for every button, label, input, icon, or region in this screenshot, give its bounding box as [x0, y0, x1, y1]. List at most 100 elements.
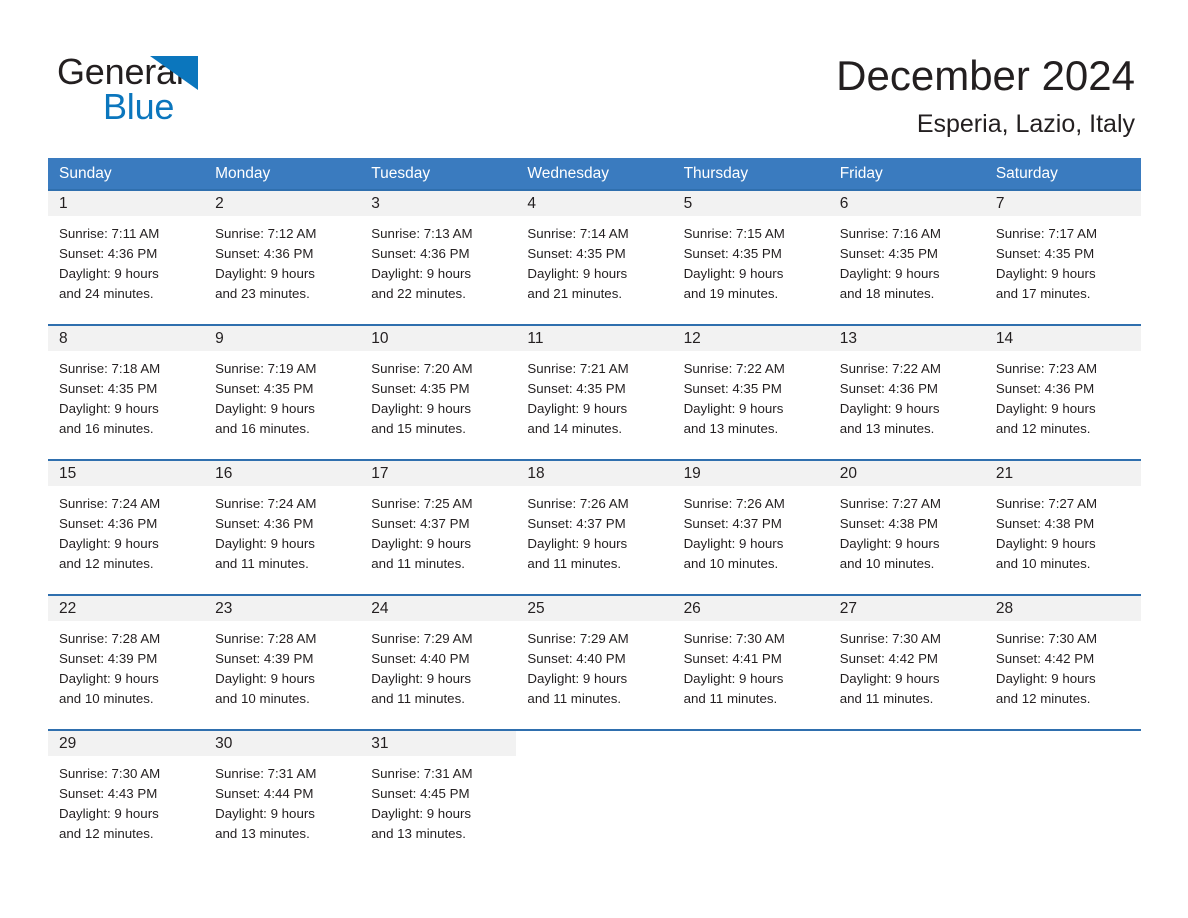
day-cell[interactable]: 4 Sunrise: 7:14 AM Sunset: 4:35 PM Daylight… [516, 191, 673, 324]
day-details: Sunrise: 7:21 AM Sunset: 4:35 PM Daylight:… [516, 351, 672, 439]
day-cell[interactable]: 19 Sunrise: 7:26 AM Sunset: 4:37 PM Dayligh… [672, 461, 829, 594]
day-number-strip: 5 [672, 191, 829, 216]
daylight-text-line1: Daylight: 9 hours [215, 671, 315, 686]
day-cell[interactable]: 16 Sunrise: 7:24 AM Sunset: 4:36 PM Dayligh… [204, 461, 361, 594]
daylight-text-line2: and 10 minutes. [215, 691, 310, 706]
day-number-strip: 7 [984, 191, 1141, 216]
daylight-text-line2: and 10 minutes. [839, 556, 935, 571]
daylight-text-line1: Daylight: 9 hours [59, 536, 159, 551]
day-cell[interactable]: 3 Sunrise: 7:13 AM Sunset: 4:36 PM Daylight… [360, 191, 517, 324]
day-cell[interactable]: 30 Sunrise: 7:31 AM Sunset: 4:44 PM Dayligh… [204, 731, 361, 849]
day-number-strip: 15 [48, 461, 205, 486]
day-number: 28 [995, 600, 1014, 617]
daylight-text-line2: and 11 minutes. [839, 691, 934, 706]
day-number: 25 [527, 600, 545, 617]
day-number: 15 [59, 465, 77, 482]
day-cell[interactable]: 21 Sunrise: 7:27 AM Sunset: 4:38 PM Dayligh… [984, 461, 1141, 594]
sunset-text: Sunset: 4:37 PM [527, 516, 626, 531]
day-cell[interactable]: 13 Sunrise: 7:22 AM Sunset: 4:36 PM Dayligh… [828, 326, 985, 459]
sunset-text: Sunset: 4:39 PM [215, 651, 314, 666]
sunset-text: Sunset: 4:36 PM [839, 381, 939, 396]
day-details: Sunrise: 7:25 AM Sunset: 4:37 PM Daylight:… [360, 486, 516, 574]
day-cell[interactable]: 2 Sunrise: 7:12 AM Sunset: 4:36 PM Daylight… [204, 191, 361, 324]
day-cell[interactable]: 15 Sunrise: 7:24 AM Sunset: 4:36 PM Dayligh… [48, 461, 205, 594]
sunrise-text: Sunrise: 7:23 AM [995, 361, 1098, 376]
daylight-text-line2: and 16 minutes. [59, 421, 154, 436]
day-cell[interactable]: 18 Sunrise: 7:26 AM Sunset: 4:37 PM Dayligh… [516, 461, 673, 594]
day-cell[interactable]: 9 Sunrise: 7:19 AM Sunset: 4:35 PM Daylight… [204, 326, 361, 459]
day-number: 12 [683, 330, 701, 347]
day-number-strip: 28 [984, 596, 1141, 621]
day-cell[interactable]: 22 Sunrise: 7:28 AM Sunset: 4:39 PM Dayligh… [48, 596, 205, 729]
sunset-text: Sunset: 4:35 PM [527, 246, 626, 261]
day-cell[interactable]: 12 Sunrise: 7:22 AM Sunset: 4:35 PM Dayligh… [672, 326, 829, 459]
sunset-text: Sunset: 4:36 PM [995, 381, 1095, 396]
sunset-text: Sunset: 4:37 PM [371, 516, 470, 531]
daylight-text-line1: Daylight: 9 hours [371, 536, 472, 551]
day-number-strip: 19 [672, 461, 829, 486]
daylight-text-line2: and 21 minutes. [527, 286, 623, 301]
day-cell[interactable]: 5 Sunrise: 7:15 AM Sunset: 4:35 PM Daylight… [672, 191, 829, 324]
daylight-text-line2: and 10 minutes. [683, 556, 779, 571]
sunset-text: Sunset: 4:40 PM [371, 651, 470, 666]
day-cell[interactable]: 29 Sunrise: 7:30 AM Sunset: 4:43 PM Dayligh… [48, 731, 205, 849]
day-number-strip [516, 731, 673, 756]
day-cell[interactable]: 1 Sunrise: 7:11 AM Sunset: 4:36 PM Daylight… [48, 191, 205, 324]
day-cell[interactable]: 28 Sunrise: 7:30 AM Sunset: 4:42 PM Dayligh… [984, 596, 1141, 729]
day-details: Sunrise: 7:30 AM Sunset: 4:41 PM Daylight:… [673, 621, 829, 709]
weekday-header-friday: Friday [839, 165, 883, 182]
daylight-text-line1: Daylight: 9 hours [59, 671, 159, 686]
day-number: 31 [371, 735, 389, 752]
day-cell[interactable]: 10 Sunrise: 7:20 AM Sunset: 4:35 PM Dayligh… [360, 326, 517, 459]
day-cell[interactable]: 26 Sunrise: 7:30 AM Sunset: 4:41 PM Dayligh… [672, 596, 829, 729]
day-number-strip: 17 [360, 461, 517, 486]
general-blue-logo[interactable]: General Blue [57, 52, 297, 130]
sunrise-text: Sunrise: 7:12 AM [215, 226, 317, 241]
sunset-text: Sunset: 4:36 PM [215, 246, 314, 261]
daylight-text-line1: Daylight: 9 hours [527, 536, 628, 551]
day-cell[interactable]: 11 Sunrise: 7:21 AM Sunset: 4:35 PM Dayligh… [516, 326, 673, 459]
sunset-text: Sunset: 4:35 PM [995, 246, 1095, 261]
sunrise-text: Sunrise: 7:17 AM [995, 226, 1098, 241]
daylight-text-line2: and 23 minutes. [215, 286, 310, 301]
day-cell[interactable]: 20 Sunrise: 7:27 AM Sunset: 4:38 PM Dayligh… [828, 461, 985, 594]
sunset-text: Sunset: 4:39 PM [59, 651, 158, 666]
day-cell[interactable]: 23 Sunrise: 7:28 AM Sunset: 4:39 PM Dayligh… [204, 596, 361, 729]
week-row: 15 Sunrise: 7:24 AM Sunset: 4:36 PM Dayligh… [48, 459, 1141, 594]
day-cell[interactable]: 6 Sunrise: 7:16 AM Sunset: 4:35 PM Daylight… [828, 191, 985, 324]
weekday-header-sunday: Sunday [59, 165, 112, 182]
day-cell[interactable]: 27 Sunrise: 7:30 AM Sunset: 4:42 PM Dayligh… [828, 596, 985, 729]
daylight-text-line1: Daylight: 9 hours [59, 266, 159, 281]
daylight-text-line1: Daylight: 9 hours [215, 806, 315, 821]
day-number-strip: 21 [984, 461, 1141, 486]
daylight-text-line2: and 12 minutes. [59, 826, 154, 841]
day-number: 11 [527, 330, 544, 347]
daylight-text-line1: Daylight: 9 hours [683, 671, 784, 686]
day-number-strip: 24 [360, 596, 517, 621]
day-number: 5 [683, 195, 693, 212]
daylight-text-line2: and 14 minutes. [527, 421, 623, 436]
day-cell[interactable]: 25 Sunrise: 7:29 AM Sunset: 4:40 PM Dayligh… [516, 596, 673, 729]
day-number: 21 [995, 465, 1014, 482]
day-details: Sunrise: 7:26 AM Sunset: 4:37 PM Daylight:… [673, 486, 829, 574]
weekday-header-saturday: Saturday [995, 165, 1058, 182]
day-cell[interactable]: 14 Sunrise: 7:23 AM Sunset: 4:36 PM Dayligh… [984, 326, 1141, 459]
sunset-text: Sunset: 4:35 PM [371, 381, 470, 396]
sunset-text: Sunset: 4:42 PM [839, 651, 939, 666]
day-number-strip: 31 [360, 731, 517, 756]
daylight-text-line1: Daylight: 9 hours [371, 401, 472, 416]
day-details: Sunrise: 7:29 AM Sunset: 4:40 PM Daylight:… [516, 621, 672, 709]
day-cell[interactable]: 8 Sunrise: 7:18 AM Sunset: 4:35 PM Daylight… [48, 326, 205, 459]
sunrise-text: Sunrise: 7:31 AM [371, 766, 473, 781]
day-cell[interactable]: 31 Sunrise: 7:31 AM Sunset: 4:45 PM Dayligh… [360, 731, 517, 849]
day-number: 24 [371, 600, 389, 617]
day-cell[interactable]: 17 Sunrise: 7:25 AM Sunset: 4:37 PM Dayligh… [360, 461, 517, 594]
daylight-text-line2: and 12 minutes. [995, 421, 1091, 436]
day-details: Sunrise: 7:30 AM Sunset: 4:42 PM Daylight:… [829, 621, 985, 709]
day-number-strip: 4 [516, 191, 673, 216]
day-cell[interactable]: 7 Sunrise: 7:17 AM Sunset: 4:35 PM Daylight… [984, 191, 1141, 324]
day-cell[interactable]: 24 Sunrise: 7:29 AM Sunset: 4:40 PM Dayligh… [360, 596, 517, 729]
daylight-text-line1: Daylight: 9 hours [683, 401, 784, 416]
daylight-text-line2: and 13 minutes. [683, 421, 779, 436]
day-number-strip: 14 [984, 326, 1141, 351]
